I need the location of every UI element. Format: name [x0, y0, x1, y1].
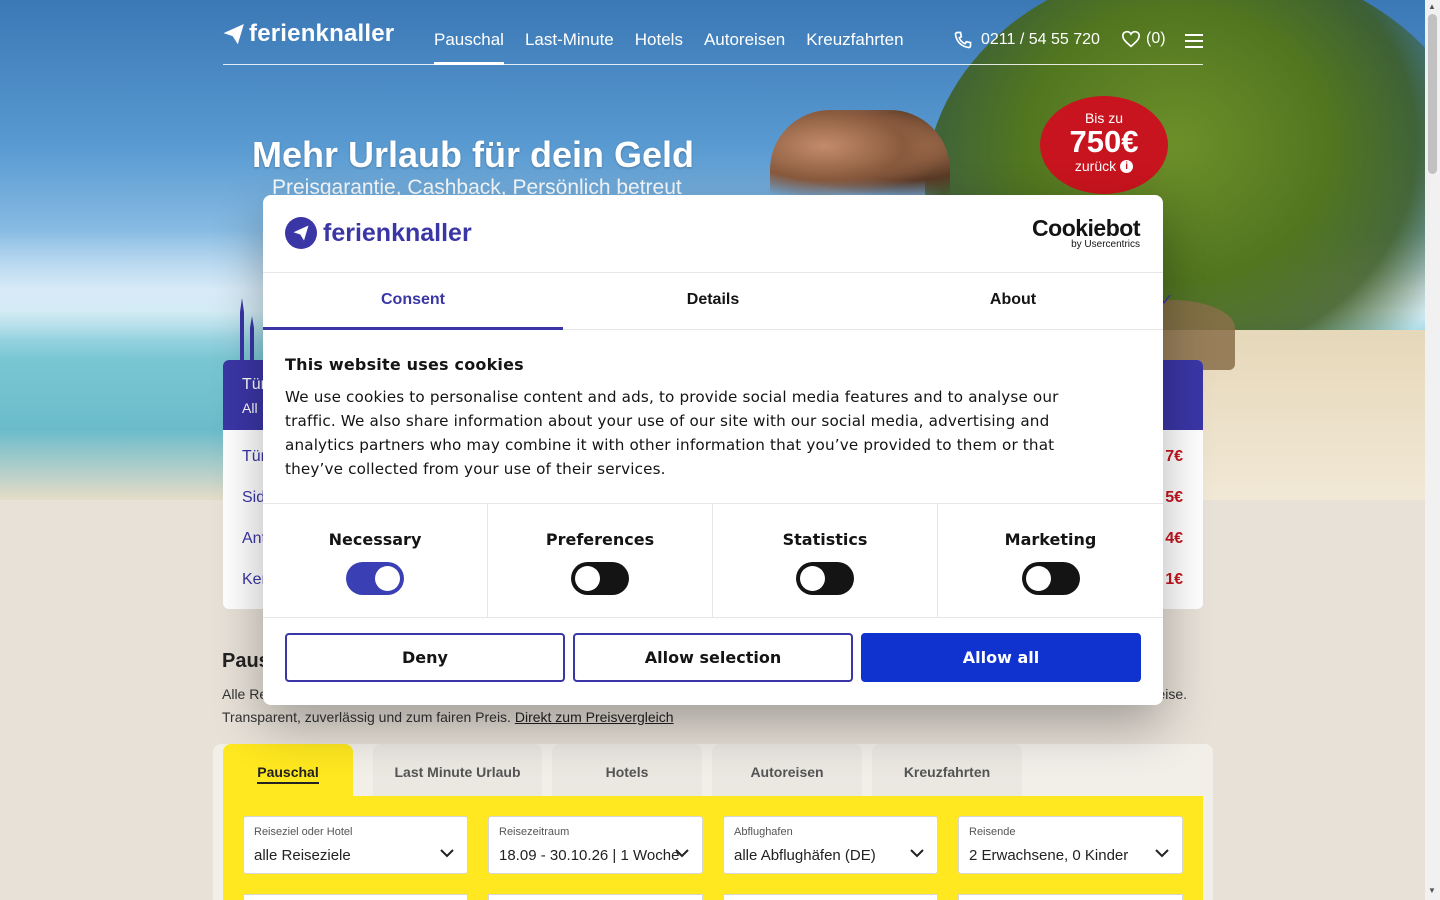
deal-price: 4€ [1165, 530, 1183, 547]
nav-autoreisen[interactable]: Autoreisen [704, 30, 785, 65]
necessary-toggle[interactable] [346, 562, 404, 595]
phone-icon [954, 31, 972, 49]
mosque-silhouette-icon [240, 298, 254, 362]
nav-kreuzfahrten[interactable]: Kreuzfahrten [806, 30, 903, 65]
deal-price: 7€ [1165, 448, 1183, 465]
category-preferences: Preferences [488, 504, 713, 617]
allow-all-button[interactable]: Allow all [861, 633, 1141, 682]
cookiebot-name: Cookiebot [1032, 215, 1140, 241]
consent-heading: This website uses cookies [285, 355, 524, 374]
departure-airport-select[interactable]: Abflughafen alle Abflughäfen (DE) [723, 816, 938, 874]
page-scrollbar[interactable]: ▲ ▼ [1425, 0, 1440, 900]
hamburger-menu-icon[interactable] [1185, 34, 1203, 48]
field-value: 18.09 - 30.10.26 | 1 Woche [499, 847, 680, 864]
field-value: 2 Erwachsene, 0 Kinder [969, 847, 1129, 864]
search-tab-last-minute[interactable]: Last Minute Urlaub [373, 744, 542, 796]
travel-period-select[interactable]: Reisezeitraum 18.09 - 30.10.26 | 1 Woche [488, 816, 703, 874]
statistics-toggle[interactable] [796, 562, 854, 595]
heart-icon [1121, 30, 1141, 48]
chevron-down-icon [1155, 849, 1169, 858]
site-logo-text: ferienknaller [249, 20, 395, 47]
chevron-down-icon [440, 849, 454, 858]
cookie-consent-dialog: ferienknaller Cookiebot by Usercentrics … [263, 195, 1163, 705]
category-label: Preferences [545, 530, 655, 549]
favorites-count: (0) [1146, 30, 1166, 47]
hero-headline: Mehr Urlaub für dein Geld [252, 134, 695, 175]
section-text-start: Alle Re [222, 686, 268, 702]
scrollbar-thumb[interactable] [1428, 14, 1437, 174]
preferences-toggle[interactable] [571, 562, 629, 595]
destination-select[interactable]: Reiseziel oder Hotel alle Reiseziele [243, 816, 468, 874]
nav-pauschal[interactable]: Pauschal [434, 30, 504, 65]
field-label: Reisezeitraum [499, 826, 570, 838]
search-tab-hotels[interactable]: Hotels [552, 744, 702, 796]
category-label: Marketing [1004, 530, 1097, 549]
scroll-up-icon[interactable]: ▲ [1428, 2, 1436, 11]
badge-bottom-text: zurück [1074, 158, 1117, 174]
consent-tabs: Consent Details About [263, 272, 1163, 330]
deny-button[interactable]: Deny [285, 633, 565, 682]
consent-buttons: Deny Allow selection Allow all [285, 633, 1141, 683]
deal-row[interactable]: Sid [242, 489, 265, 507]
search-form: Reiseziel oder Hotel alle Reiseziele Rei… [223, 796, 1203, 900]
search-tab-autoreisen[interactable]: Autoreisen [712, 744, 862, 796]
main-nav: Pauschal Last-Minute Hotels Autoreisen K… [434, 30, 904, 65]
field-value: alle Reiseziele [254, 847, 351, 864]
site-header: ferienknaller Pauschal Last-Minute Hotel… [223, 14, 1203, 65]
search-field-next-row[interactable] [488, 894, 703, 900]
search-field-next-row[interactable] [958, 894, 1183, 900]
consent-text: We use cookies to personalise content an… [285, 388, 1059, 478]
travelers-select[interactable]: Reisende 2 Erwachsene, 0 Kinder [958, 816, 1183, 874]
cookiebot-logo[interactable]: Cookiebot by Usercentrics [1032, 217, 1140, 251]
search-field-next-row[interactable] [243, 894, 468, 900]
nav-last-minute[interactable]: Last-Minute [525, 30, 614, 65]
marketing-toggle[interactable] [1021, 562, 1080, 595]
cashback-badge[interactable]: Bis zu 750€ zurück i [1040, 96, 1168, 194]
field-label: Reiseziel oder Hotel [254, 826, 353, 838]
paper-plane-icon [285, 217, 317, 249]
tab-about[interactable]: About [863, 273, 1163, 329]
category-label: Necessary [328, 530, 422, 549]
field-value: alle Abflughäfen (DE) [734, 847, 876, 864]
search-tab-kreuzfahrten[interactable]: Kreuzfahrten [872, 744, 1022, 796]
search-field-next-row[interactable] [723, 894, 938, 900]
deal-price: 1€ [1165, 571, 1183, 588]
modal-logo-text: ferienknaller [323, 218, 472, 247]
phone-link[interactable]: 0211 / 54 55 720 [953, 30, 1100, 50]
scroll-down-icon[interactable]: ▼ [1428, 886, 1436, 895]
badge-amount: 750€ [1069, 124, 1139, 159]
tab-details[interactable]: Details [563, 273, 863, 329]
section-text-line2: Transparent, zuverlässig und zum fairen … [222, 709, 511, 725]
chevron-down-icon [675, 849, 689, 858]
category-marketing: Marketing [938, 504, 1163, 617]
hero-couple-image [770, 110, 950, 200]
phone-number: 0211 / 54 55 720 [981, 31, 1100, 48]
modal-logo: ferienknaller [285, 217, 472, 249]
tab-consent[interactable]: Consent [263, 273, 563, 330]
consent-body: This website uses cookies We use cookies… [285, 355, 1105, 481]
price-comparison-link[interactable]: Direkt zum Preisvergleich [515, 709, 674, 725]
favorites-link[interactable]: (0) [1121, 30, 1166, 48]
allow-selection-button[interactable]: Allow selection [573, 633, 853, 682]
category-necessary: Necessary [263, 504, 488, 617]
category-label: Statistics [782, 530, 868, 549]
search-tab-pauschal[interactable]: Pauschal [223, 744, 353, 796]
deal-price: 5€ [1165, 489, 1183, 506]
site-logo[interactable]: ferienknaller [223, 20, 394, 48]
paper-plane-icon [223, 24, 244, 45]
field-label: Reisende [969, 826, 1016, 838]
chevron-down-icon [910, 849, 924, 858]
category-statistics: Statistics [713, 504, 938, 617]
info-icon[interactable]: i [1120, 159, 1134, 173]
consent-categories: Necessary Preferences Statistics Marketi… [263, 503, 1163, 618]
nav-hotels[interactable]: Hotels [635, 30, 683, 65]
field-label: Abflughafen [734, 826, 793, 838]
